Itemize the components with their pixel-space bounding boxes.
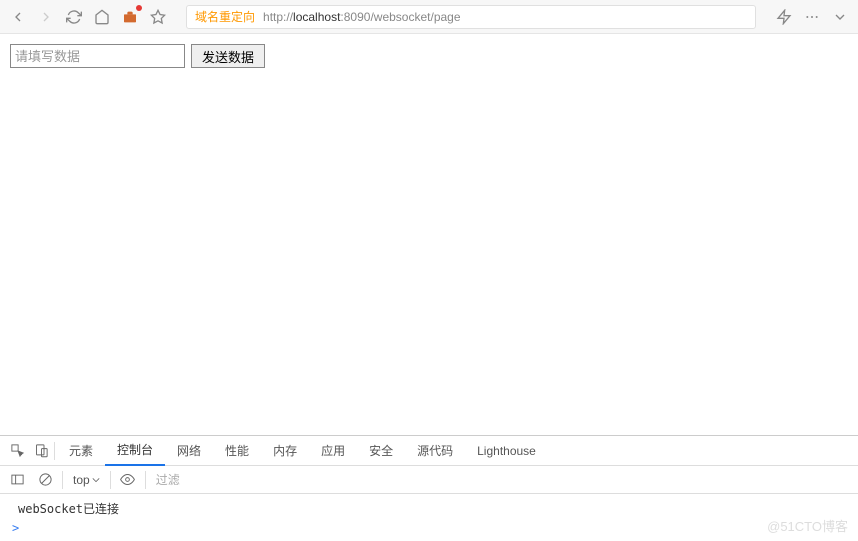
inspect-icon[interactable] (6, 440, 28, 462)
briefcase-icon[interactable] (120, 7, 140, 27)
tab-控制台[interactable]: 控制台 (105, 436, 165, 466)
divider (110, 471, 111, 489)
divider (62, 471, 63, 489)
tab-元素[interactable]: 元素 (57, 436, 105, 466)
tab-源代码[interactable]: 源代码 (405, 436, 465, 466)
more-button[interactable] (802, 7, 822, 27)
chevron-down-icon[interactable] (830, 7, 850, 27)
watermark: @51CTO博客 (767, 516, 848, 535)
home-button[interactable] (92, 7, 112, 27)
device-toggle-icon[interactable] (30, 440, 52, 462)
devtools-panel: 元素控制台网络性能内存应用安全源代码Lighthouse top webSock… (0, 435, 858, 541)
page-body: 发送数据 (0, 34, 858, 435)
tab-Lighthouse[interactable]: Lighthouse (465, 436, 548, 466)
divider (54, 442, 55, 460)
tab-性能[interactable]: 性能 (213, 436, 261, 466)
redirect-label: 域名重定向 (195, 8, 255, 25)
context-selector[interactable]: top (69, 473, 104, 487)
tab-应用[interactable]: 应用 (309, 436, 357, 466)
sidebar-toggle-icon[interactable] (6, 469, 28, 491)
data-input[interactable] (10, 44, 185, 68)
send-button[interactable]: 发送数据 (191, 44, 265, 68)
console-prompt[interactable]: > (8, 519, 850, 537)
address-bar[interactable]: 域名重定向 http://localhost:8090/websocket/pa… (186, 5, 756, 29)
tab-内存[interactable]: 内存 (261, 436, 309, 466)
reload-button[interactable] (64, 7, 84, 27)
console-output: webSocket已连接 > (0, 494, 858, 541)
filter-input[interactable] (152, 471, 852, 489)
clear-console-icon[interactable] (34, 469, 56, 491)
lightning-icon[interactable] (774, 7, 794, 27)
tab-安全[interactable]: 安全 (357, 436, 405, 466)
favorite-button[interactable] (148, 7, 168, 27)
console-message: webSocket已连接 (8, 498, 850, 519)
back-button[interactable] (8, 7, 28, 27)
browser-toolbar: 域名重定向 http://localhost:8090/websocket/pa… (0, 0, 858, 34)
console-toolbar: top (0, 466, 858, 494)
divider (145, 471, 146, 489)
devtools-tabbar: 元素控制台网络性能内存应用安全源代码Lighthouse (0, 436, 858, 466)
url-text: http://localhost:8090/websocket/page (263, 10, 461, 24)
forward-button[interactable] (36, 7, 56, 27)
tab-网络[interactable]: 网络 (165, 436, 213, 466)
eye-icon[interactable] (117, 469, 139, 491)
